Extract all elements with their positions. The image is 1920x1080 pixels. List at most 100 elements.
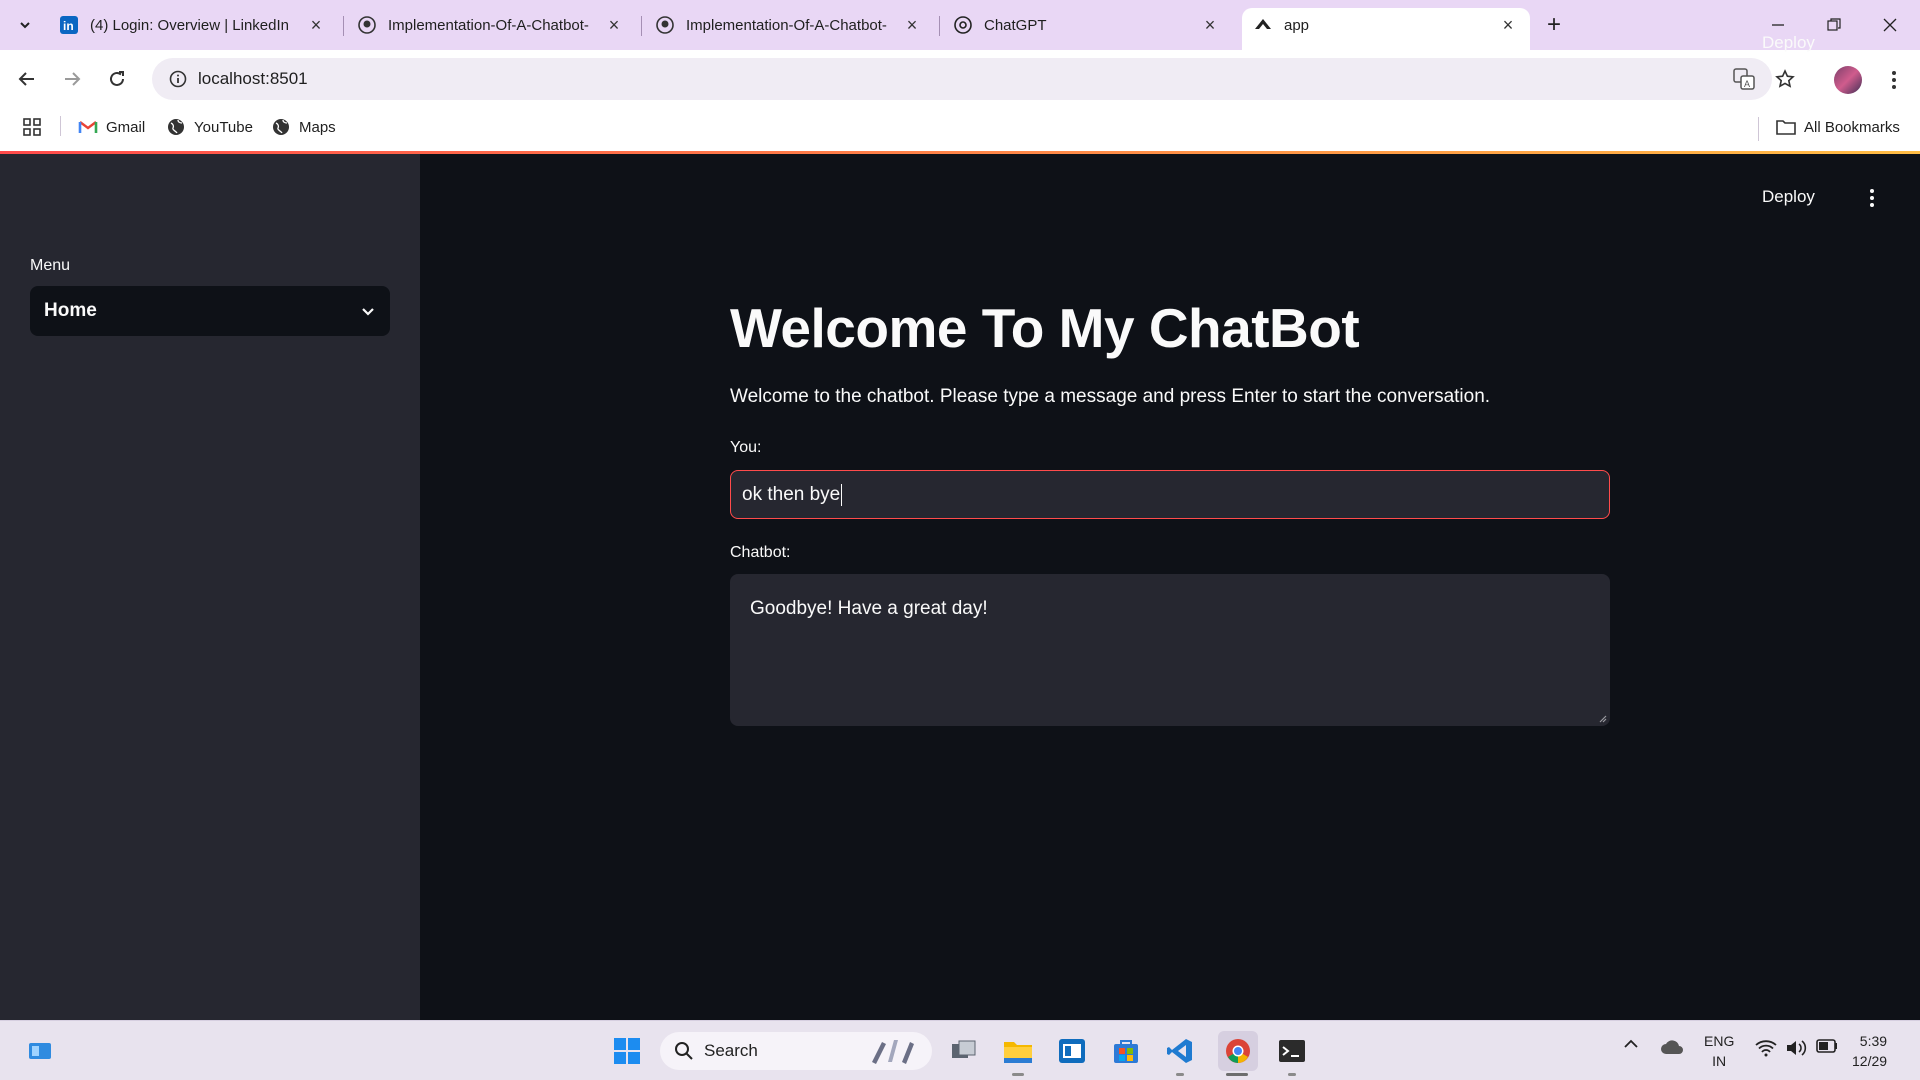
resize-grip-icon[interactable] xyxy=(1597,713,1607,723)
bookmark-label: Gmail xyxy=(106,118,146,136)
deploy-button-label[interactable]: Deploy xyxy=(1762,187,1815,207)
microsoft-store-app-icon[interactable] xyxy=(1052,1031,1092,1071)
clock[interactable]: 5:39 12/29 xyxy=(1852,1031,1887,1071)
page-title: Welcome To My ChatBot xyxy=(730,297,1360,359)
tab-title: Implementation-Of-A-Chatbot- xyxy=(686,16,887,34)
chatbot-label: Chatbot: xyxy=(730,544,791,561)
sidebar-menu-label: Menu xyxy=(30,257,71,274)
bookmark-label: Maps xyxy=(299,118,336,136)
intro-text: Welcome to the chatbot. Please type a me… xyxy=(730,386,1491,407)
bookmarks-bar: Gmail YouTube Maps All Bookmarks xyxy=(0,107,1920,151)
openai-icon xyxy=(954,16,972,34)
profile-avatar[interactable] xyxy=(1834,66,1862,94)
bookmark-youtube[interactable]: YouTube xyxy=(166,117,253,137)
folder-icon xyxy=(1776,117,1796,137)
close-tab-icon[interactable]: × xyxy=(902,15,922,35)
wifi-icon[interactable] xyxy=(1754,1039,1778,1057)
app-menu-icon[interactable] xyxy=(1860,184,1884,212)
onedrive-cloud-icon[interactable] xyxy=(1658,1039,1686,1055)
taskbar-search[interactable]: Search xyxy=(660,1032,932,1070)
translate-icon[interactable]: A xyxy=(1730,67,1758,91)
chevron-up-icon[interactable] xyxy=(1620,1039,1642,1049)
close-tab-icon[interactable]: × xyxy=(1200,15,1220,35)
bookmark-label: YouTube xyxy=(194,118,253,136)
tab-chatgpt[interactable]: ChatGPT × xyxy=(942,8,1232,42)
svg-text:A: A xyxy=(1744,79,1750,89)
text-caret xyxy=(841,483,843,506)
store-bag-icon[interactable] xyxy=(1106,1031,1146,1071)
apps-grid-icon[interactable] xyxy=(22,117,42,137)
tab-separator xyxy=(939,16,940,36)
all-bookmarks-folder[interactable]: All Bookmarks xyxy=(1776,117,1900,137)
you-label: You: xyxy=(730,439,762,456)
tab-separator xyxy=(641,16,642,36)
streamlit-icon xyxy=(1254,16,1272,34)
taskbar-search-label: Search xyxy=(704,1041,758,1060)
tab-title: ChatGPT xyxy=(984,16,1047,34)
lang-code: ENG xyxy=(1704,1033,1735,1049)
message-input-value: ok then bye xyxy=(742,483,841,505)
chrome-icon[interactable] xyxy=(1218,1031,1258,1071)
widgets-icon[interactable] xyxy=(20,1031,60,1071)
linkedin-icon: in xyxy=(60,16,78,34)
message-input[interactable]: ok then bye xyxy=(730,470,1610,519)
browser-menu-icon[interactable] xyxy=(1882,66,1906,94)
bookmark-maps[interactable]: Maps xyxy=(271,117,336,137)
task-view-icon[interactable] xyxy=(944,1031,984,1071)
all-bookmarks-label: All Bookmarks xyxy=(1804,118,1900,136)
chevron-down-icon xyxy=(360,303,376,319)
bookmark-gmail[interactable]: Gmail xyxy=(78,117,145,137)
running-indicator xyxy=(1288,1073,1296,1076)
taskbar: Search ENG IN 5:39 12/29 xyxy=(0,1020,1920,1080)
bookmarks-divider xyxy=(1758,117,1759,141)
running-indicator xyxy=(1012,1073,1024,1076)
browser-toolbar: localhost:8501 A xyxy=(0,50,1920,107)
address-bar[interactable]: localhost:8501 xyxy=(152,58,1772,100)
volume-icon[interactable] xyxy=(1784,1039,1808,1057)
reload-icon[interactable] xyxy=(100,62,134,96)
tab-app-active[interactable]: app × xyxy=(1242,8,1530,50)
site-info-icon[interactable] xyxy=(158,70,198,88)
search-highlight-icon xyxy=(866,1036,922,1066)
tab-github-1[interactable]: Implementation-Of-A-Chatbot- × xyxy=(346,8,636,42)
close-tab-icon[interactable]: × xyxy=(1498,15,1518,35)
search-icon xyxy=(674,1041,694,1061)
new-tab-plus-icon[interactable]: + xyxy=(1540,11,1568,39)
clock-time: 5:39 xyxy=(1859,1033,1888,1049)
tab-search-chevron-icon[interactable] xyxy=(10,10,40,40)
lang-region: IN xyxy=(1712,1053,1727,1069)
menu-select-value: Home xyxy=(44,300,97,321)
chatbot-response-area[interactable]: Goodbye! Have a great day! xyxy=(730,574,1610,726)
close-window-icon[interactable] xyxy=(1862,0,1918,50)
file-explorer-icon[interactable] xyxy=(998,1031,1038,1071)
forward-arrow-icon[interactable] xyxy=(55,62,89,96)
tab-linkedin[interactable]: in (4) Login: Overview | LinkedIn × xyxy=(48,8,338,42)
browser-tab-bar: in (4) Login: Overview | LinkedIn × Impl… xyxy=(0,0,1920,50)
tab-separator xyxy=(343,16,344,36)
vscode-icon[interactable] xyxy=(1160,1031,1200,1071)
clock-date: 12/29 xyxy=(1852,1053,1888,1069)
svg-text:in: in xyxy=(63,19,74,33)
close-tab-icon[interactable]: × xyxy=(306,15,326,35)
battery-icon[interactable] xyxy=(1814,1039,1840,1053)
terminal-icon[interactable] xyxy=(1272,1031,1312,1071)
deploy-button[interactable]: Deploy xyxy=(1762,33,1815,53)
sidebar: Menu Home xyxy=(0,154,420,1020)
tab-title: (4) Login: Overview | LinkedIn xyxy=(90,16,289,34)
active-app-indicator xyxy=(1226,1073,1248,1076)
globe-icon xyxy=(271,117,291,137)
chatbot-response-text: Goodbye! Have a great day! xyxy=(750,598,988,619)
gmail-icon xyxy=(78,117,98,137)
close-tab-icon[interactable]: × xyxy=(604,15,624,35)
menu-select[interactable]: Home xyxy=(30,286,390,336)
tab-title: Implementation-Of-A-Chatbot- xyxy=(388,16,589,34)
tab-title: app xyxy=(1284,16,1310,34)
github-icon xyxy=(358,16,376,34)
back-arrow-icon[interactable] xyxy=(10,62,44,96)
bookmarks-separator xyxy=(60,116,61,136)
bookmark-star-icon[interactable] xyxy=(1771,67,1799,91)
tab-github-2[interactable]: Implementation-Of-A-Chatbot- × xyxy=(644,8,934,42)
input-language[interactable]: ENG IN xyxy=(1704,1031,1734,1071)
start-windows-icon[interactable] xyxy=(607,1031,647,1071)
running-indicator xyxy=(1176,1073,1184,1076)
